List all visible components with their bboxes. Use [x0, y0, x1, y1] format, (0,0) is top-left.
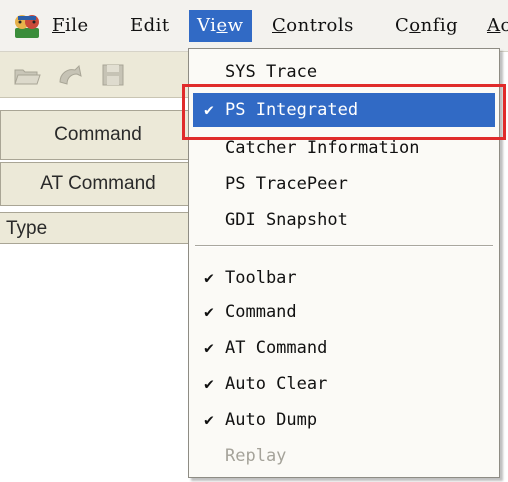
- menu-item-replay[interactable]: Replay: [193, 439, 495, 473]
- checkmark-icon: ✔: [204, 268, 214, 287]
- list-area: [0, 244, 196, 482]
- at-command-pane-button[interactable]: AT Command: [0, 162, 196, 206]
- checkmark-icon: ✔: [204, 374, 214, 393]
- menu-file[interactable]: File: [52, 10, 89, 42]
- checkmark-icon: ✔: [204, 338, 214, 357]
- type-column-header[interactable]: Type: [0, 212, 196, 244]
- checkmark-icon: ✔: [204, 302, 214, 321]
- menu-edit[interactable]: Edit: [130, 10, 170, 42]
- menu-controls[interactable]: Controls: [272, 10, 354, 42]
- menu-view[interactable]: View: [189, 10, 252, 42]
- menu-actions-partial[interactable]: Ac: [487, 10, 508, 42]
- open-folder-icon[interactable]: [12, 62, 42, 88]
- command-pane-button[interactable]: Command: [0, 110, 196, 160]
- menu-item-gdi-snapshot[interactable]: GDI Snapshot: [193, 203, 495, 237]
- menu-item-at-command[interactable]: ✔ AT Command: [193, 331, 495, 365]
- checkmark-icon: ✔: [204, 410, 214, 429]
- toolbar: [0, 52, 200, 98]
- menu-item-command[interactable]: ✔ Command: [193, 295, 495, 329]
- menu-bar: File Edit View Controls Config Ac: [0, 0, 508, 52]
- menu-item-ps-tracepeer[interactable]: PS TracePeer: [193, 167, 495, 201]
- menu-item-toolbar[interactable]: ✔ Toolbar: [193, 261, 495, 295]
- menu-config[interactable]: Config: [395, 10, 458, 42]
- save-icon[interactable]: [98, 62, 128, 88]
- menu-item-auto-clear[interactable]: ✔ Auto Clear: [193, 367, 495, 401]
- app-logo-icon[interactable]: [12, 12, 42, 40]
- menu-item-auto-dump[interactable]: ✔ Auto Dump: [193, 403, 495, 437]
- menu-separator: [195, 245, 493, 247]
- connect-icon[interactable]: [55, 62, 85, 88]
- annotation-highlight-box: [182, 84, 506, 140]
